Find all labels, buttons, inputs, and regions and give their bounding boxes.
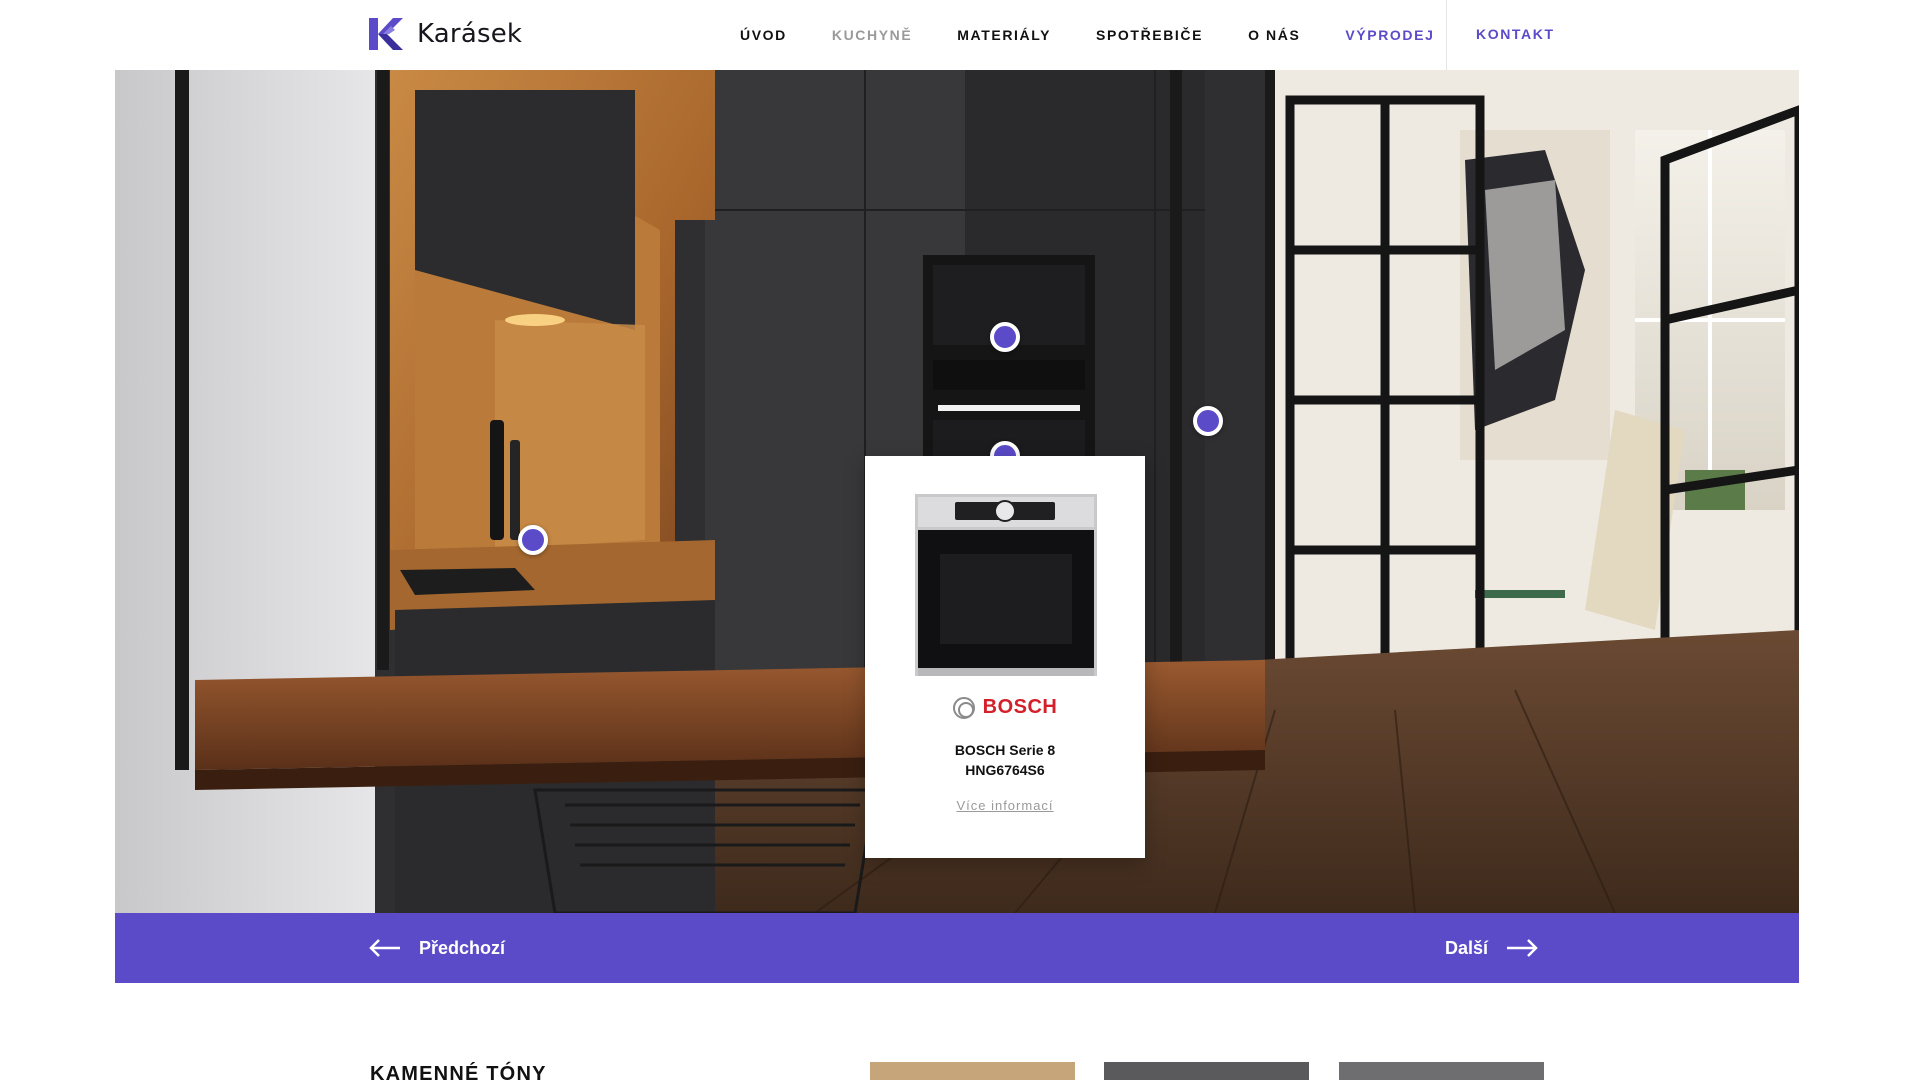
hotspot-cooktop[interactable]	[518, 525, 548, 555]
product-popup-card: BOSCH BOSCH Serie 8 HNG6764S6 Více infor…	[865, 456, 1145, 858]
more-info-link[interactable]: Více informací	[865, 798, 1145, 813]
material-swatch-grey[interactable]	[1339, 1062, 1544, 1080]
brand-logo-bosch: BOSCH	[865, 696, 1145, 719]
hotspot-oven-top[interactable]	[990, 322, 1020, 352]
site-header: Karásek ÚVOD KUCHYNĚ MATERIÁLY SPOTŘEBIČ…	[0, 0, 1924, 70]
material-swatch-dark-grey[interactable]	[1104, 1062, 1309, 1080]
hero-kitchen-image: BOSCH BOSCH Serie 8 HNG6764S6 Více infor…	[115, 70, 1799, 913]
product-title: BOSCH Serie 8 HNG6764S6	[865, 740, 1145, 780]
oven-product-image	[915, 494, 1097, 676]
nav-item-vyprodej[interactable]: VÝPRODEJ	[1345, 27, 1434, 43]
brand-name-text: BOSCH	[982, 696, 1058, 718]
brand-logo[interactable]: Karásek	[369, 18, 522, 50]
previous-button[interactable]: Předchozí	[369, 913, 505, 983]
hotspot-door[interactable]	[1193, 406, 1223, 436]
bosch-logo-icon	[952, 696, 975, 719]
next-button[interactable]: Další	[1445, 913, 1538, 983]
brand-name: Karásek	[417, 19, 523, 49]
arrow-left-icon	[369, 939, 400, 957]
nav-item-kuchyne[interactable]: KUCHYNĚ	[832, 27, 912, 43]
nav-item-kontakt[interactable]: KONTAKT	[1476, 26, 1555, 42]
logo-k-icon	[369, 18, 403, 50]
previous-label: Předchozí	[419, 937, 506, 958]
nav-item-spotrebice[interactable]: SPOTŘEBIČE	[1096, 27, 1203, 43]
nav-item-uvod[interactable]: ÚVOD	[740, 27, 787, 43]
nav-item-materialy[interactable]: MATERIÁLY	[957, 27, 1051, 43]
section-title: KAMENNÉ TÓNY	[370, 1063, 547, 1080]
main-nav: ÚVOD KUCHYNĚ MATERIÁLY SPOTŘEBIČE O NÁS …	[740, 0, 1479, 70]
material-swatch-oak[interactable]	[870, 1062, 1075, 1080]
product-title-line-1: BOSCH Serie 8	[954, 742, 1056, 758]
arrow-right-icon	[1507, 939, 1538, 957]
slider-navigation-bar: Předchozí Další	[115, 913, 1799, 983]
nav-divider	[1446, 0, 1447, 70]
nav-item-o-nas[interactable]: O NÁS	[1248, 27, 1300, 43]
product-title-line-2: HNG6764S6	[965, 762, 1045, 778]
next-label: Další	[1445, 937, 1489, 958]
